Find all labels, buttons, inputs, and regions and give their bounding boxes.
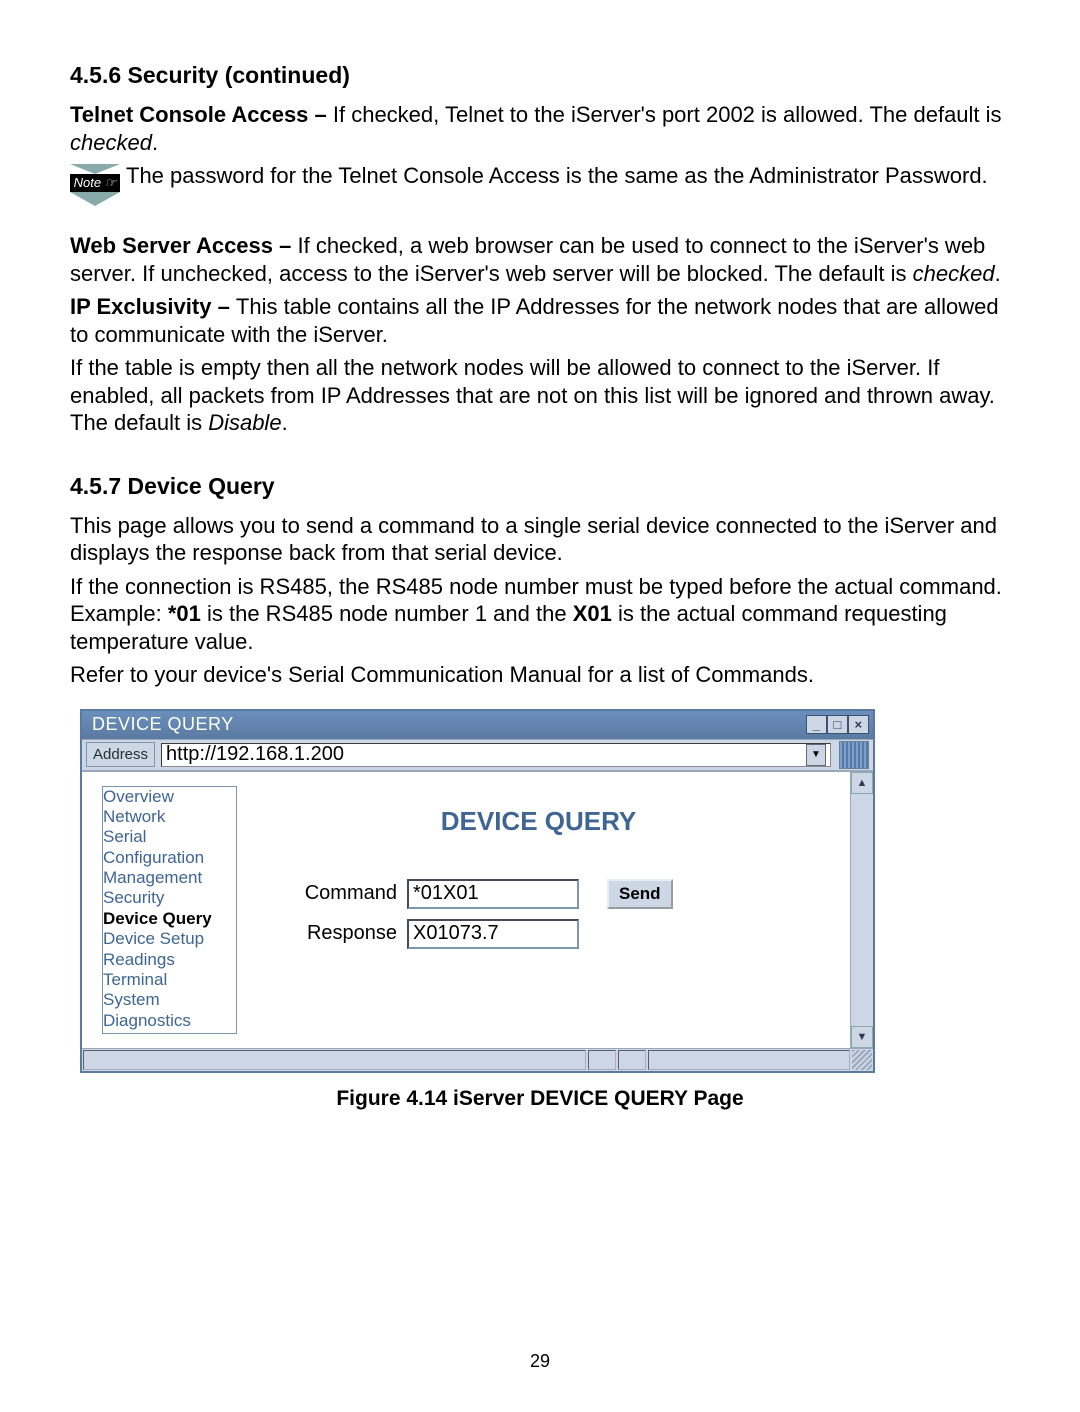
- window-title: DEVICE QUERY: [92, 714, 234, 735]
- address-bar: Address http://192.168.1.200 ▼: [82, 739, 873, 771]
- browser-window: DEVICE QUERY _ □ × Address http://192.16…: [80, 709, 875, 1074]
- ipex-bold: IP Exclusivity –: [70, 294, 236, 319]
- vertical-scrollbar[interactable]: ▲ ▼: [850, 772, 873, 1049]
- ipex-paragraph: IP Exclusivity – This table contains all…: [70, 293, 1010, 348]
- address-value: http://192.168.1.200: [166, 743, 344, 766]
- ipex2-t2: .: [282, 410, 288, 435]
- sidebar-item-security[interactable]: Security: [103, 888, 234, 908]
- sidebar-item-readings[interactable]: Readings: [103, 950, 234, 970]
- note-icon-label: Note ☞: [70, 174, 120, 192]
- sidebar-item-network[interactable]: Network: [103, 807, 234, 827]
- command-input[interactable]: *01X01: [407, 879, 579, 909]
- ipex2-ital: Disable: [208, 410, 281, 435]
- page-title: DEVICE QUERY: [277, 806, 800, 837]
- sidebar-item-diagnostics[interactable]: Diagnostics: [103, 1011, 234, 1031]
- dq-p2d: X01: [573, 601, 612, 626]
- ipex2-paragraph: If the table is empty then all the netwo…: [70, 354, 1010, 437]
- status-bar: [82, 1048, 873, 1071]
- dq-p3: Refer to your device's Serial Communicat…: [70, 661, 1010, 689]
- close-icon[interactable]: ×: [848, 715, 869, 734]
- telnet-text2: .: [152, 130, 158, 155]
- command-label: Command: [277, 882, 407, 905]
- web-paragraph: Web Server Access – If checked, a web br…: [70, 232, 1010, 287]
- sidebar-item-system[interactable]: System: [103, 990, 234, 1010]
- telnet-ital: checked: [70, 130, 152, 155]
- response-row: Response X01073.7: [277, 919, 840, 949]
- section-heading-456: 4.5.6 Security (continued): [70, 62, 1010, 89]
- sidebar-item-management[interactable]: Management: [103, 868, 234, 888]
- address-input[interactable]: http://192.168.1.200 ▼: [161, 743, 831, 767]
- sidebar-item-device-query[interactable]: Device Query: [103, 909, 234, 929]
- send-button[interactable]: Send: [607, 879, 673, 909]
- address-label: Address: [86, 742, 155, 767]
- maximize-icon[interactable]: □: [827, 715, 848, 734]
- response-output: X01073.7: [407, 919, 579, 949]
- resize-grip-icon[interactable]: [852, 1050, 872, 1070]
- command-row: Command *01X01 Send: [277, 879, 840, 909]
- sidebar-item-device-setup[interactable]: Device Setup: [103, 929, 234, 949]
- status-cell-2: [588, 1050, 616, 1070]
- page-number: 29: [0, 1351, 1080, 1372]
- sidebar-item-configuration[interactable]: Configuration: [103, 848, 234, 868]
- sidebar-item-serial[interactable]: Serial: [103, 827, 234, 847]
- sidebar-item-terminal[interactable]: Terminal: [103, 970, 234, 990]
- note-icon: Note ☞: [70, 164, 120, 206]
- web-text2: .: [995, 261, 1001, 286]
- note-text: The password for the Telnet Console Acce…: [126, 162, 1010, 190]
- minimize-icon[interactable]: _: [806, 715, 827, 734]
- main-pane: DEVICE QUERY Command *01X01 Send Respons…: [237, 772, 850, 1049]
- scroll-down-icon[interactable]: ▼: [851, 1026, 873, 1048]
- dq-p1: This page allows you to send a command t…: [70, 512, 1010, 567]
- note-block: Note ☞ The password for the Telnet Conso…: [70, 162, 1010, 206]
- status-cell-3: [618, 1050, 646, 1070]
- status-cell-1: [83, 1050, 586, 1070]
- response-label: Response: [277, 922, 407, 945]
- chevron-down-icon[interactable]: ▼: [806, 744, 826, 766]
- web-bold: Web Server Access –: [70, 233, 297, 258]
- throbber-icon: [839, 741, 869, 769]
- dq-p2b: *01: [168, 601, 201, 626]
- content-area: Overview Network Serial Configuration Ma…: [82, 771, 873, 1049]
- status-cell-4: [648, 1050, 850, 1070]
- telnet-paragraph: Telnet Console Access – If checked, Teln…: [70, 101, 1010, 156]
- dq-p2: If the connection is RS485, the RS485 no…: [70, 573, 1010, 656]
- section-heading-457: 4.5.7 Device Query: [70, 473, 1010, 500]
- scroll-up-icon[interactable]: ▲: [851, 772, 873, 794]
- telnet-bold: Telnet Console Access –: [70, 102, 333, 127]
- dq-p2c: is the RS485 node number 1 and the: [201, 601, 573, 626]
- sidebar: Overview Network Serial Configuration Ma…: [82, 772, 237, 1049]
- telnet-text1: If checked, Telnet to the iServer's port…: [333, 102, 1002, 127]
- sidebar-item-overview[interactable]: Overview: [103, 787, 234, 807]
- web-ital: checked: [913, 261, 995, 286]
- figure-caption: Figure 4.14 iServer DEVICE QUERY Page: [70, 1087, 1010, 1111]
- titlebar: DEVICE QUERY _ □ ×: [82, 711, 873, 739]
